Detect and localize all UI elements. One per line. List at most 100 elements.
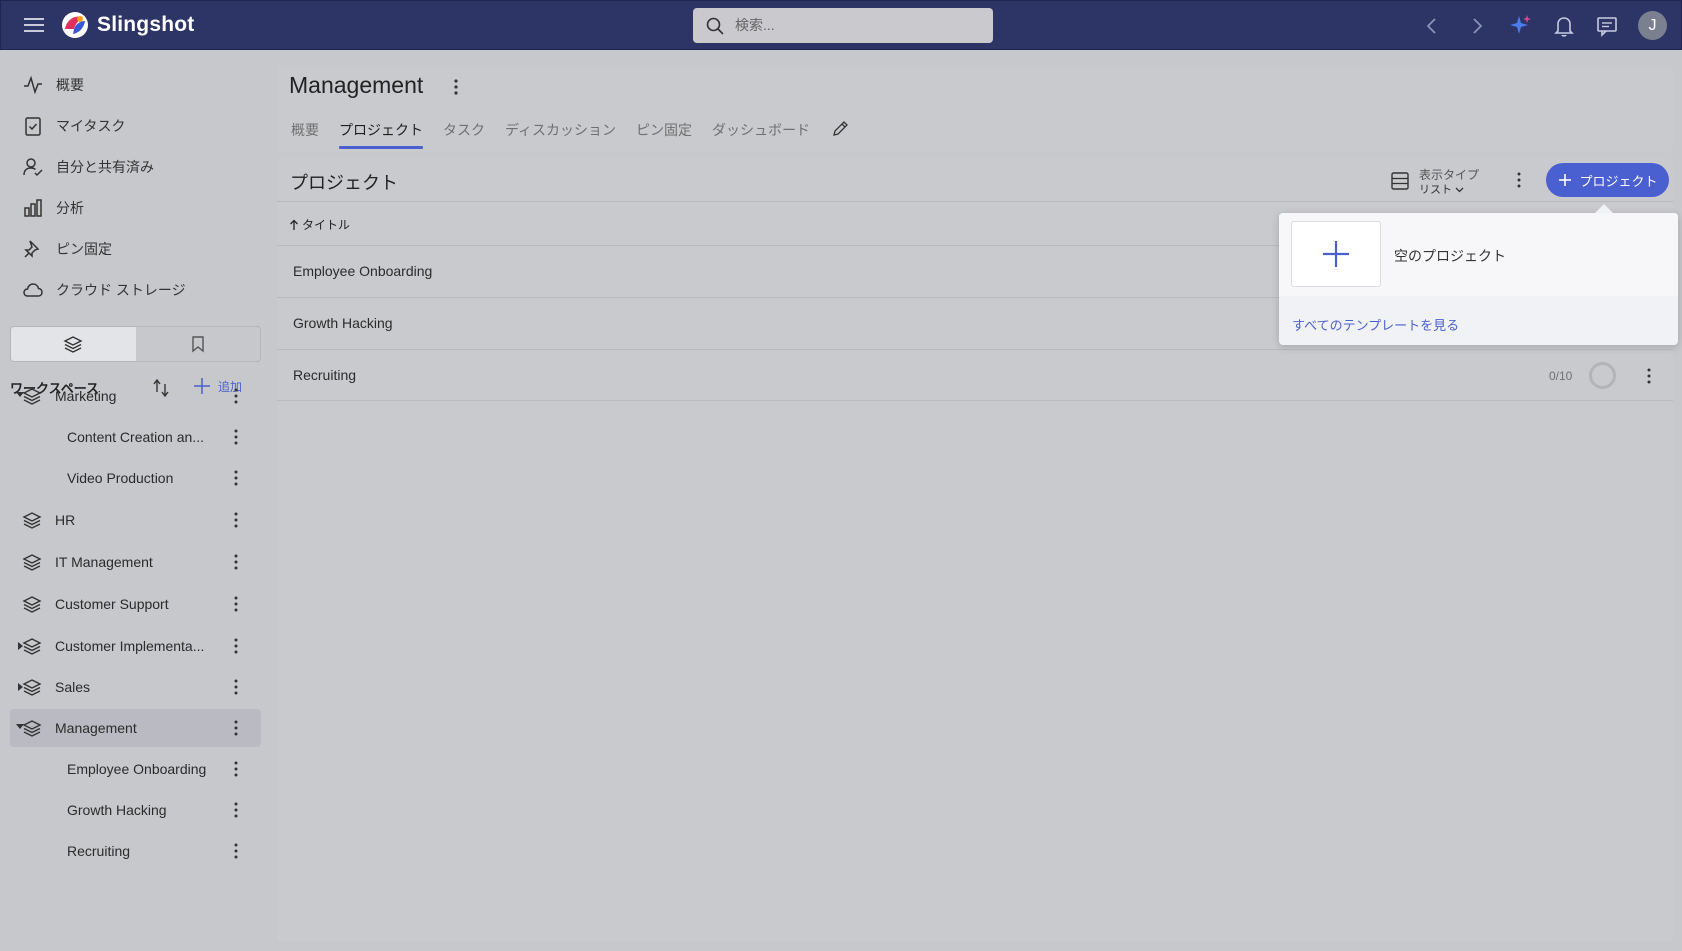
workspace-item[interactable]: IT Management bbox=[10, 543, 261, 581]
nav-item-shared-with-me[interactable]: 自分と共有済み bbox=[22, 150, 262, 184]
nav-item-my-tasks[interactable]: マイタスク bbox=[22, 109, 262, 143]
workspace-item-label: Video Production bbox=[67, 470, 174, 486]
plus-icon bbox=[1559, 174, 1572, 186]
bookmarks-tab[interactable] bbox=[136, 327, 261, 361]
layers-icon bbox=[22, 554, 42, 571]
more-options-icon[interactable] bbox=[232, 801, 240, 819]
workspace-item[interactable]: HR bbox=[10, 501, 261, 539]
app-brand-name[interactable]: Slingshot bbox=[97, 13, 194, 37]
workspace-item[interactable]: Customer Implementa... bbox=[10, 627, 261, 665]
more-options-icon[interactable] bbox=[232, 469, 240, 487]
layers-icon bbox=[22, 638, 42, 655]
plus-icon bbox=[1323, 241, 1349, 267]
nav-item-pinned[interactable]: ピン固定 bbox=[22, 232, 262, 266]
more-options-icon[interactable] bbox=[232, 719, 240, 737]
forward-arrow-icon[interactable] bbox=[1464, 13, 1490, 39]
slingshot-logo-icon[interactable] bbox=[61, 11, 89, 39]
more-options-icon[interactable] bbox=[232, 678, 240, 696]
tab-pinned[interactable]: ピン固定 bbox=[636, 120, 692, 148]
nav-item-analytics[interactable]: 分析 bbox=[22, 191, 262, 225]
hamburger-menu-icon[interactable] bbox=[23, 15, 45, 35]
more-options-icon[interactable] bbox=[452, 77, 460, 97]
tab-overview[interactable]: 概要 bbox=[291, 120, 319, 148]
project-name[interactable]: Employee Onboarding bbox=[293, 263, 432, 279]
view-all-templates-link[interactable]: すべてのテンプレートを見る bbox=[1292, 315, 1459, 334]
workspace-project-item[interactable]: Video Production bbox=[10, 459, 261, 497]
blank-project-option[interactable]: 空のプロジェクト bbox=[1279, 213, 1678, 296]
more-options-icon[interactable] bbox=[232, 428, 240, 446]
workspace-item[interactable]: Sales bbox=[10, 668, 261, 706]
more-options-icon[interactable] bbox=[232, 760, 240, 778]
tab-tasks[interactable]: タスク bbox=[443, 120, 485, 148]
title-column-header[interactable]: タイトル bbox=[289, 216, 350, 233]
search-input[interactable] bbox=[735, 14, 975, 36]
layers-icon bbox=[22, 679, 42, 696]
user-check-icon bbox=[23, 158, 43, 177]
notification-bell-icon[interactable] bbox=[1551, 13, 1577, 39]
nav-item-cloud-storage[interactable]: クラウド ストレージ bbox=[22, 273, 262, 307]
add-project-label: プロジェクト bbox=[1579, 173, 1658, 189]
workspace-project-item[interactable]: Growth Hacking bbox=[10, 791, 261, 829]
workspace-project-item[interactable]: Employee Onboarding bbox=[10, 750, 261, 788]
more-options-icon[interactable] bbox=[232, 842, 240, 860]
bar-chart-icon bbox=[24, 199, 42, 217]
more-options-icon[interactable] bbox=[232, 595, 240, 613]
workspace-item-label: Marketing bbox=[55, 388, 117, 404]
edit-pencil-icon[interactable] bbox=[830, 119, 850, 139]
workspace-item[interactable]: Customer Support bbox=[10, 585, 261, 623]
workspace-item-label: Content Creation an... bbox=[67, 429, 204, 445]
project-row[interactable]: Recruiting 0/10 bbox=[277, 349, 1673, 401]
workspace-view-toggle bbox=[10, 326, 261, 362]
layers-icon bbox=[63, 336, 83, 353]
ai-sparkle-icon[interactable] bbox=[1507, 13, 1533, 39]
page-title: Management bbox=[289, 72, 424, 98]
nav-item-label: クラウド ストレージ bbox=[56, 282, 186, 298]
activity-icon bbox=[24, 75, 42, 95]
workspace-item-label: Management bbox=[55, 720, 137, 736]
blank-project-label: 空のプロジェクト bbox=[1394, 248, 1506, 264]
tab-dashboard[interactable]: ダッシュボード bbox=[712, 120, 810, 148]
more-options-icon[interactable] bbox=[1645, 367, 1653, 385]
user-avatar[interactable]: J bbox=[1638, 11, 1667, 40]
more-options-icon[interactable] bbox=[1515, 171, 1523, 189]
more-options-icon[interactable] bbox=[232, 387, 240, 405]
more-options-icon[interactable] bbox=[232, 511, 240, 529]
workspace-tabs: 概要 プロジェクト タスク ディスカッション ピン固定 ダッシュボード bbox=[291, 119, 850, 149]
search-icon bbox=[706, 17, 724, 35]
nav-item-overview[interactable]: 概要 bbox=[22, 68, 262, 102]
bookmark-icon bbox=[192, 336, 204, 353]
workspaces-tab[interactable] bbox=[11, 327, 136, 361]
chevron-down-icon bbox=[1455, 187, 1464, 193]
workspace-item-label: Customer Implementa... bbox=[55, 638, 205, 654]
task-progress-count: 0/10 bbox=[1549, 369, 1573, 383]
divider bbox=[277, 201, 1673, 202]
workspace-item-label: IT Management bbox=[55, 554, 153, 570]
workspace-item[interactable]: Management bbox=[10, 709, 261, 747]
blank-project-thumbnail bbox=[1291, 221, 1381, 287]
add-project-button[interactable]: プロジェクト bbox=[1546, 163, 1669, 197]
tab-discussions[interactable]: ディスカッション bbox=[505, 120, 616, 148]
pin-icon bbox=[24, 240, 40, 258]
workspace-item[interactable]: Marketing bbox=[10, 377, 261, 415]
tab-projects[interactable]: プロジェクト bbox=[339, 120, 423, 149]
column-title-label: タイトル bbox=[302, 218, 351, 232]
sidebar: 概要 マイタスク 自分と共有済み 分析 ピン固定 クラウド ストレージ ワークス… bbox=[0, 50, 276, 951]
layers-icon bbox=[22, 596, 42, 613]
workspace-project-item[interactable]: Content Creation an... bbox=[10, 418, 261, 456]
workspace-item-label: Employee Onboarding bbox=[67, 761, 207, 777]
project-name[interactable]: Recruiting bbox=[293, 367, 356, 383]
layers-icon bbox=[22, 720, 42, 737]
more-options-icon[interactable] bbox=[232, 637, 240, 655]
workspace-item-label: Sales bbox=[55, 679, 91, 695]
workspace-project-item[interactable]: Recruiting bbox=[10, 832, 261, 870]
nav-item-label: 分析 bbox=[56, 200, 84, 216]
view-type-value: リスト bbox=[1419, 181, 1464, 197]
project-name[interactable]: Growth Hacking bbox=[293, 315, 393, 331]
view-type-selector[interactable]: 表示タイプ リスト bbox=[1389, 164, 1489, 196]
more-options-icon[interactable] bbox=[232, 553, 240, 571]
back-arrow-icon[interactable] bbox=[1419, 13, 1445, 39]
chat-icon[interactable] bbox=[1594, 13, 1620, 39]
top-bar: Slingshot J bbox=[0, 0, 1682, 50]
workspace-item-label: Growth Hacking bbox=[67, 802, 167, 818]
search-box[interactable] bbox=[693, 8, 993, 43]
